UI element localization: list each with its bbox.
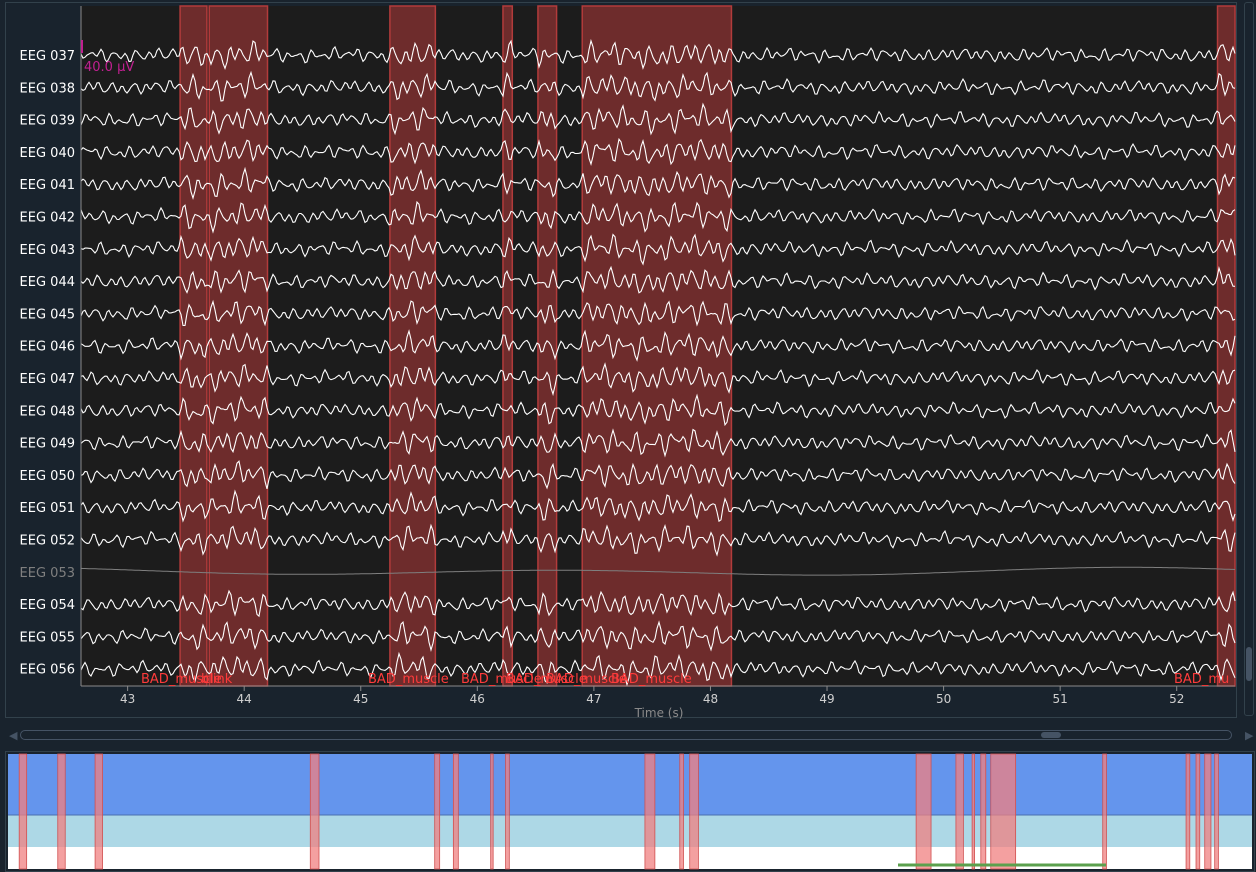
x-tick-label: 48 bbox=[703, 692, 718, 706]
x-tick-label: 45 bbox=[353, 692, 368, 706]
channel-label[interactable]: EEG 052 bbox=[20, 534, 75, 549]
channel-label[interactable]: EEG 038 bbox=[20, 81, 75, 96]
annotation-span[interactable] bbox=[537, 5, 558, 687]
channel-label-layer: EEG 037 EEG 038 EEG 039 EEG 040 EEG 041 EEG 0… bbox=[20, 49, 75, 678]
scale-bar-label: 40.0 µV bbox=[84, 60, 134, 75]
overview-annotation-span bbox=[689, 753, 699, 870]
overview-annotation-span bbox=[490, 753, 494, 870]
channel-label[interactable]: EEG 047 bbox=[20, 372, 75, 387]
overview-annotation-span bbox=[1195, 753, 1201, 870]
x-tick-label: 47 bbox=[586, 692, 601, 706]
overview-annotation-span bbox=[309, 753, 320, 870]
channel-label[interactable]: EEG 050 bbox=[20, 469, 75, 484]
overview-annotation-span bbox=[1204, 753, 1212, 870]
overview-annotation-span bbox=[955, 753, 964, 870]
channel-label[interactable]: EEG 053 bbox=[20, 566, 75, 581]
annotation-label: blink bbox=[201, 672, 233, 687]
overview-annotation-span bbox=[679, 753, 684, 870]
overview-annotation-span bbox=[644, 753, 656, 870]
overview-mid-band bbox=[8, 815, 1252, 847]
channel-label[interactable]: EEG 048 bbox=[20, 404, 75, 419]
scroll-left-arrow-icon[interactable]: ◀ bbox=[9, 730, 17, 741]
time-scrollbar[interactable] bbox=[20, 730, 1232, 740]
channel-label[interactable]: EEG 042 bbox=[20, 211, 75, 226]
channel-label[interactable]: EEG 039 bbox=[20, 114, 75, 129]
overview-annotation-span bbox=[434, 753, 441, 870]
overview-annotation-span bbox=[18, 753, 28, 870]
channel-label[interactable]: EEG 046 bbox=[20, 340, 75, 355]
scroll-right-arrow-icon[interactable]: ▶ bbox=[1245, 730, 1253, 741]
overview-annotation-span bbox=[990, 753, 1017, 870]
x-axis-label: Time (s) bbox=[634, 706, 684, 719]
channel-scroll-thumb[interactable] bbox=[1246, 647, 1252, 681]
channel-scrollbar[interactable] bbox=[1244, 2, 1254, 716]
x-tick-label: 51 bbox=[1053, 692, 1068, 706]
annotation-label: BAD_muscle bbox=[611, 672, 692, 687]
channel-label[interactable]: EEG 056 bbox=[20, 663, 75, 678]
annotation-label: BAD_muscle bbox=[368, 672, 449, 687]
x-tick-label: 43 bbox=[120, 692, 135, 706]
overview-bar[interactable] bbox=[5, 751, 1255, 872]
x-tick-label: 52 bbox=[1169, 692, 1184, 706]
channel-label[interactable]: EEG 043 bbox=[20, 243, 75, 258]
x-tick-label: 44 bbox=[237, 692, 252, 706]
channel-label[interactable]: EEG 044 bbox=[20, 275, 75, 290]
channel-label[interactable]: EEG 040 bbox=[20, 146, 75, 161]
overview-annotation-span bbox=[94, 753, 103, 870]
overview-annotation-span bbox=[1102, 753, 1107, 870]
channel-label[interactable]: EEG 045 bbox=[20, 307, 75, 322]
channel-label[interactable]: EEG 049 bbox=[20, 437, 75, 452]
time-scroll-thumb[interactable] bbox=[1041, 732, 1061, 738]
overview-top-band bbox=[8, 754, 1252, 815]
overview-annotation-span bbox=[452, 753, 459, 870]
x-tick-label: 50 bbox=[936, 692, 951, 706]
channel-label[interactable]: EEG 051 bbox=[20, 501, 75, 516]
channel-label[interactable]: EEG 041 bbox=[20, 178, 75, 193]
overview-annotation-span bbox=[57, 753, 66, 870]
channel-label[interactable]: EEG 037 bbox=[20, 49, 75, 64]
overview-annotation-span bbox=[505, 753, 510, 870]
channel-label[interactable]: EEG 055 bbox=[20, 630, 75, 645]
data-browser-frame[interactable]: EEG 037 EEG 038 EEG 039 EEG 040 EEG 041 EEG 0… bbox=[5, 2, 1238, 719]
eeg-trace-plot[interactable]: EEG 037 EEG 038 EEG 039 EEG 040 EEG 041 EEG 0… bbox=[6, 3, 1238, 719]
overview-annotation-span bbox=[1214, 753, 1219, 870]
channel-label[interactable]: EEG 054 bbox=[20, 598, 75, 613]
x-tick-label: 49 bbox=[819, 692, 834, 706]
annotation-label: BAD_mu bbox=[1174, 672, 1229, 687]
overview-annotation-span bbox=[1185, 753, 1191, 870]
annotation-span[interactable] bbox=[581, 5, 733, 687]
overview-annotation-span bbox=[980, 753, 987, 870]
x-tick-label: 46 bbox=[470, 692, 485, 706]
overview-annotation-span bbox=[915, 753, 932, 870]
overview-annotation-span bbox=[971, 753, 975, 870]
